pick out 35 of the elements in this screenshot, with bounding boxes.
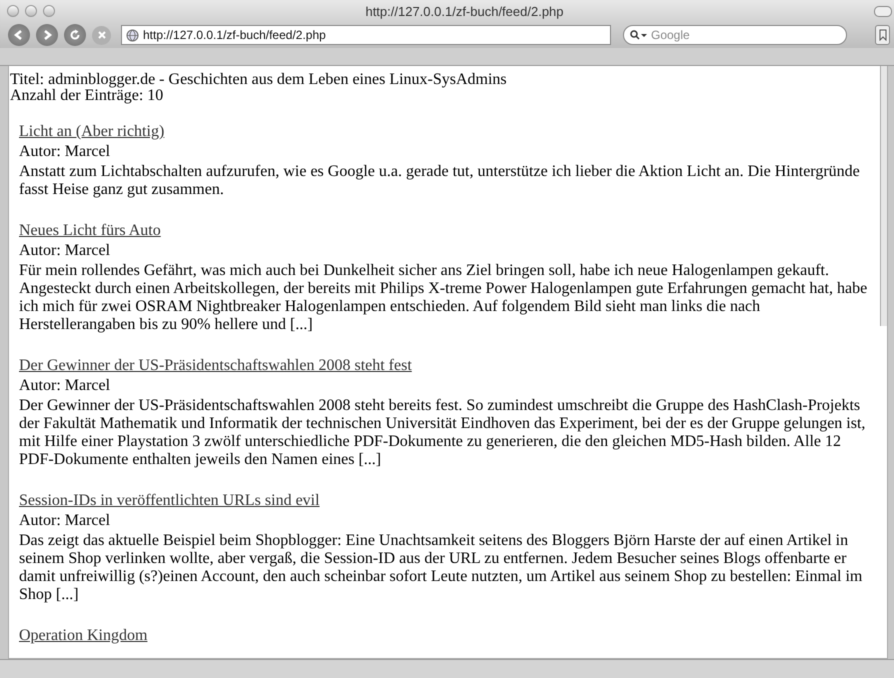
- back-button[interactable]: [8, 24, 30, 46]
- entry-author: Autor: Marcel: [19, 242, 112, 260]
- search-icon: [630, 30, 648, 40]
- entry-summary: Für mein rollendes Gefährt, was mich auch bei Dunkelheit sicher ans Ziel bringen soll, habe ich neue Halogenlampen gekauft. Angesteckt durch einen Arbeitskollegen, der bereits mit Philips X-treme Power Halogenlampen gute Erfahrungen gemacht hat, habe ich mich für zwei OSRAM Nightbreaker Halogenlampen entschieden. Auf folgendem Bild sieht man links die nach Herstellerangaben bis zu 90% hellere und [...]: [19, 262, 868, 334]
- entry-author: Autor: Marcel: [19, 512, 112, 530]
- search-field[interactable]: Google: [623, 25, 847, 45]
- close-icon[interactable]: [7, 5, 19, 17]
- feed-title: Titel: adminblogger.de - Geschichten aus dem Leben eines Linux-SysAdmins: [10, 72, 508, 88]
- entry-link[interactable]: Licht an (Aber richtig): [19, 123, 164, 140]
- entry-link[interactable]: Der Gewinner der US-Präsidentschaftswahlen 2008 steht fest: [19, 357, 412, 374]
- minimize-icon[interactable]: [25, 5, 37, 17]
- toolbar-toggle-icon[interactable]: [874, 6, 892, 16]
- stop-icon: [96, 30, 106, 40]
- entry-count: Anzahl der Einträge: 10: [10, 88, 164, 104]
- address-field[interactable]: http://127.0.0.1/zf-buch/feed/2.php: [121, 25, 611, 45]
- bookmark-button[interactable]: [875, 25, 890, 45]
- globe-icon: [126, 28, 139, 42]
- reload-button[interactable]: [64, 24, 86, 46]
- entry-summary: Anstatt zum Lichtabschalten aufzurufen, wie es Google u.a. gerade tut, unterstütze ich lieber die Aktion Licht an. Die Hintergründe fasst Heise ganz gut zusammen.: [19, 163, 861, 199]
- stop-button[interactable]: [92, 26, 111, 44]
- entry-author: Autor: Marcel: [19, 143, 112, 161]
- reload-icon: [69, 29, 81, 41]
- entry-link[interactable]: Neues Licht fürs Auto: [19, 222, 161, 239]
- entry-link[interactable]: Session-IDs in veröffentlichten URLs sind evil: [19, 492, 320, 509]
- forward-button[interactable]: [36, 24, 58, 46]
- scrollbar[interactable]: [880, 66, 887, 326]
- back-icon: [14, 30, 22, 40]
- entry-summary: Der Gewinner der US-Präsidentschaftswahlen 2008 steht bereits fest. So zumindest umschreibt die Gruppe des HashClash-Projekts der Fakultät Mathematik und Informatik der technischen Universität Eindhoven das Experiment, bei der es der Gruppe gelungen ist, mit Hilfe einer Playstation 3 zwölf unterschiedliche PDF-Dokumente zu generieren, die den gleichen MD5-Hash bilden. Alle 12 PDF-Dokumente enthalten jeweils den Namen eines [...]: [19, 397, 866, 469]
- forward-icon: [44, 30, 52, 40]
- bookmark-icon: [878, 29, 886, 41]
- entry-summary: Das zeigt das aktuelle Beispiel beim Shopblogger: Eine Unachtsamkeit seitens des Bloggers Björn Harste der auf einen Artikel in seinem Shop verlinken wollte, aber vergaß, die Session-ID aus der URL zu entfernen. Jedem Besucher seines Blogs offenbarte er damit unfreiwillig (s?)einen Account, den auch scheinbar sofort Leute nutzten, um Artikel aus seinem Shop zu bestellen: Einmal im Shop [...]: [19, 532, 864, 604]
- zoom-icon[interactable]: [43, 5, 55, 17]
- window-title: http://127.0.0.1/zf-buch/feed/2.php: [364, 4, 565, 18]
- entry-link[interactable]: Operation Kingdom: [19, 627, 148, 644]
- entry-author: Autor: Marcel: [19, 377, 112, 395]
